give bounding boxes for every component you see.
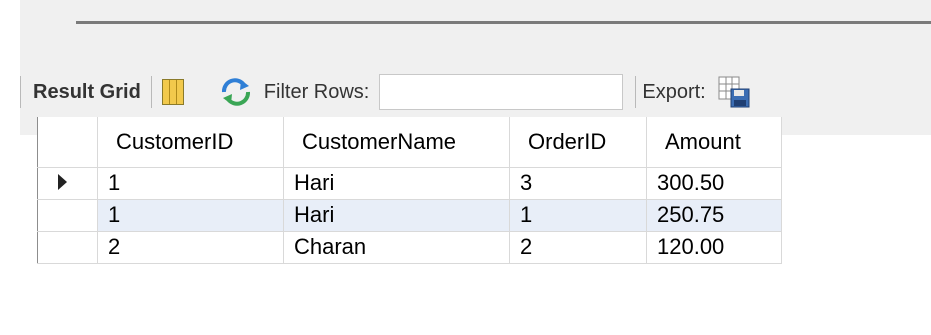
- row-header[interactable]: [37, 167, 98, 200]
- row-header[interactable]: [37, 231, 98, 264]
- cell-amount[interactable]: 120.00: [646, 231, 782, 264]
- column-header-customerid[interactable]: CustomerID: [97, 117, 284, 168]
- grid-header-row: CustomerID CustomerName OrderID Amount: [37, 117, 782, 168]
- cell-customername[interactable]: Charan: [283, 231, 510, 264]
- current-row-arrow-icon: [58, 174, 67, 190]
- row-header[interactable]: [37, 199, 98, 232]
- export-icon[interactable]: [718, 76, 750, 108]
- cell-amount[interactable]: 250.75: [646, 199, 782, 232]
- toolbar-separator: [150, 76, 152, 108]
- toolbar-separator: [635, 76, 637, 108]
- row-header-corner: [37, 117, 98, 168]
- table-row[interactable]: 1 Hari 1 250.75: [37, 199, 782, 232]
- cell-customerid[interactable]: 1: [97, 167, 284, 200]
- column-header-amount[interactable]: Amount: [646, 117, 782, 168]
- cell-customername[interactable]: Hari: [283, 199, 510, 232]
- result-panel: Result Grid Filter Rows: Export: Custome…: [0, 0, 931, 335]
- filter-rows-input[interactable]: [379, 74, 624, 110]
- filter-rows-label: Filter Rows:: [263, 80, 370, 103]
- grid-toggle-icon[interactable]: [161, 79, 184, 105]
- cell-orderid[interactable]: 3: [509, 167, 647, 200]
- splitter-line[interactable]: [76, 21, 931, 24]
- export-label: Export:: [642, 80, 706, 103]
- cell-customerid[interactable]: 2: [97, 231, 284, 264]
- left-margin: [0, 0, 20, 335]
- cell-customername[interactable]: Hari: [283, 167, 510, 200]
- column-header-orderid[interactable]: OrderID: [509, 117, 647, 168]
- result-grid-tab[interactable]: Result Grid: [33, 81, 141, 104]
- result-grid: CustomerID CustomerName OrderID Amount 1…: [37, 117, 782, 264]
- cell-customerid[interactable]: 1: [97, 199, 284, 232]
- cell-amount[interactable]: 300.50: [646, 167, 782, 200]
- cell-orderid[interactable]: 1: [509, 199, 647, 232]
- cell-orderid[interactable]: 2: [509, 231, 647, 264]
- toolbar-separator: [20, 76, 21, 108]
- result-toolbar: Result Grid Filter Rows: Export:: [20, 66, 931, 118]
- table-row[interactable]: 2 Charan 2 120.00: [37, 231, 782, 264]
- table-row[interactable]: 1 Hari 3 300.50: [37, 167, 782, 200]
- column-header-customername[interactable]: CustomerName: [283, 117, 510, 168]
- refresh-icon[interactable]: [220, 78, 252, 106]
